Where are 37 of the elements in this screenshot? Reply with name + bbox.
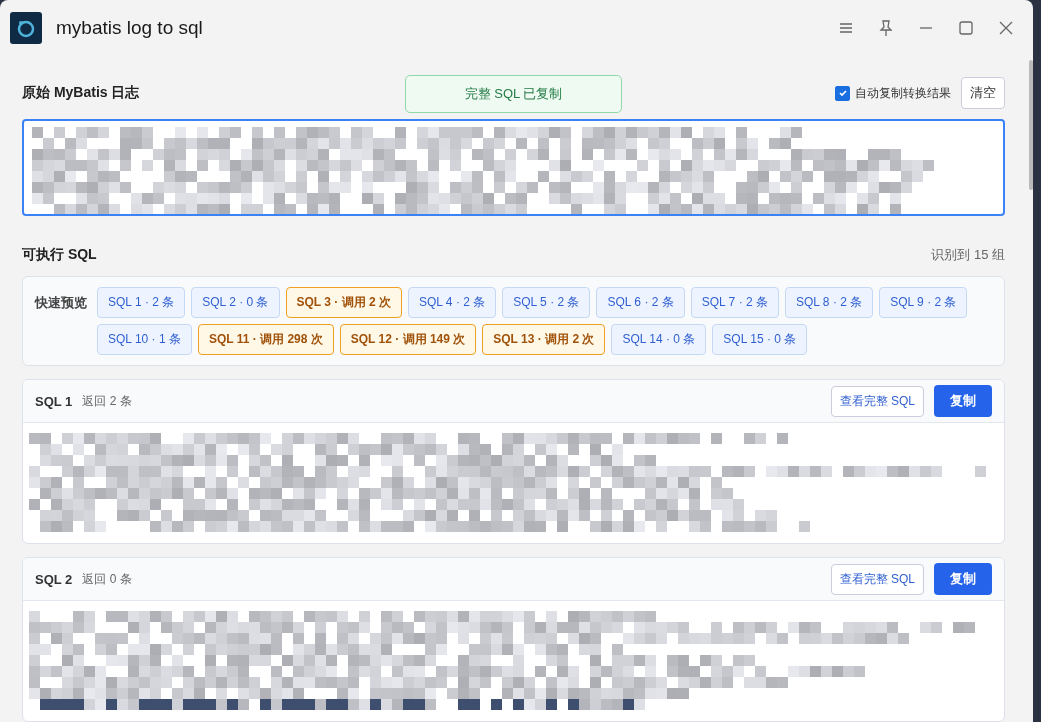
maximize-icon[interactable] <box>957 18 975 37</box>
app-logo-icon <box>10 11 42 44</box>
auto-copy-checkbox[interactable]: 自动复制转换结果 <box>835 84 951 102</box>
sql-chip[interactable]: SQL 6 · 2 条 <box>596 287 685 318</box>
section-title: 原始 MyBatis 日志 <box>22 84 140 102</box>
sql-chip[interactable]: SQL 11 · 调用 298 次 <box>197 324 334 355</box>
section-title: 可执行 SQL <box>22 246 97 264</box>
sql-chip[interactable]: SQL 12 · 调用 149 次 <box>339 324 477 355</box>
sql-chip[interactable]: SQL 3 · 调用 2 次 <box>285 287 402 318</box>
pin-icon[interactable] <box>877 18 895 37</box>
sql-chip[interactable]: SQL 15 · 0 条 <box>712 324 808 355</box>
sql-title: SQL 2 <box>35 571 73 587</box>
copy-button[interactable]: 复制 <box>934 385 992 417</box>
view-full-sql-button[interactable]: 查看完整 SQL <box>830 563 924 595</box>
sql-chip[interactable]: SQL 5 · 2 条 <box>502 287 591 318</box>
sql-title: SQL 1 <box>35 393 73 409</box>
clear-button[interactable]: 清空 <box>961 77 1005 109</box>
sql-chip[interactable]: SQL 2 · 0 条 <box>191 287 280 318</box>
sql-chip[interactable]: SQL 8 · 2 条 <box>784 287 874 318</box>
quick-preview-label: 快速预览 <box>35 294 87 312</box>
toast-message: 完整 SQL 已复制 <box>405 75 622 113</box>
sql-chip[interactable]: SQL 1 · 2 条 <box>97 287 186 318</box>
sql-chip[interactable]: SQL 9 · 2 条 <box>879 287 968 318</box>
checkbox[interactable] <box>835 85 850 101</box>
group-count: 识别到 15 组 <box>931 246 1005 264</box>
copy-button[interactable]: 复制 <box>934 563 992 595</box>
scrollbar[interactable] <box>1029 60 1033 190</box>
result-count: 返回 2 条 <box>82 392 133 410</box>
checkmark-icon <box>837 88 848 98</box>
sql-chip[interactable]: SQL 7 · 2 条 <box>690 287 779 318</box>
sql-chip[interactable]: SQL 10 · 1 条 <box>97 324 192 355</box>
window-title: mybatis log to sql <box>56 16 204 39</box>
sql-chip[interactable]: SQL 13 · 调用 2 次 <box>482 324 606 355</box>
sql-chip[interactable]: SQL 4 · 2 条 <box>407 287 497 318</box>
view-full-sql-button[interactable]: 查看完整 SQL <box>830 385 924 417</box>
result-count: 返回 0 条 <box>82 570 133 588</box>
sql-chip[interactable]: SQL 14 · 0 条 <box>611 324 707 355</box>
